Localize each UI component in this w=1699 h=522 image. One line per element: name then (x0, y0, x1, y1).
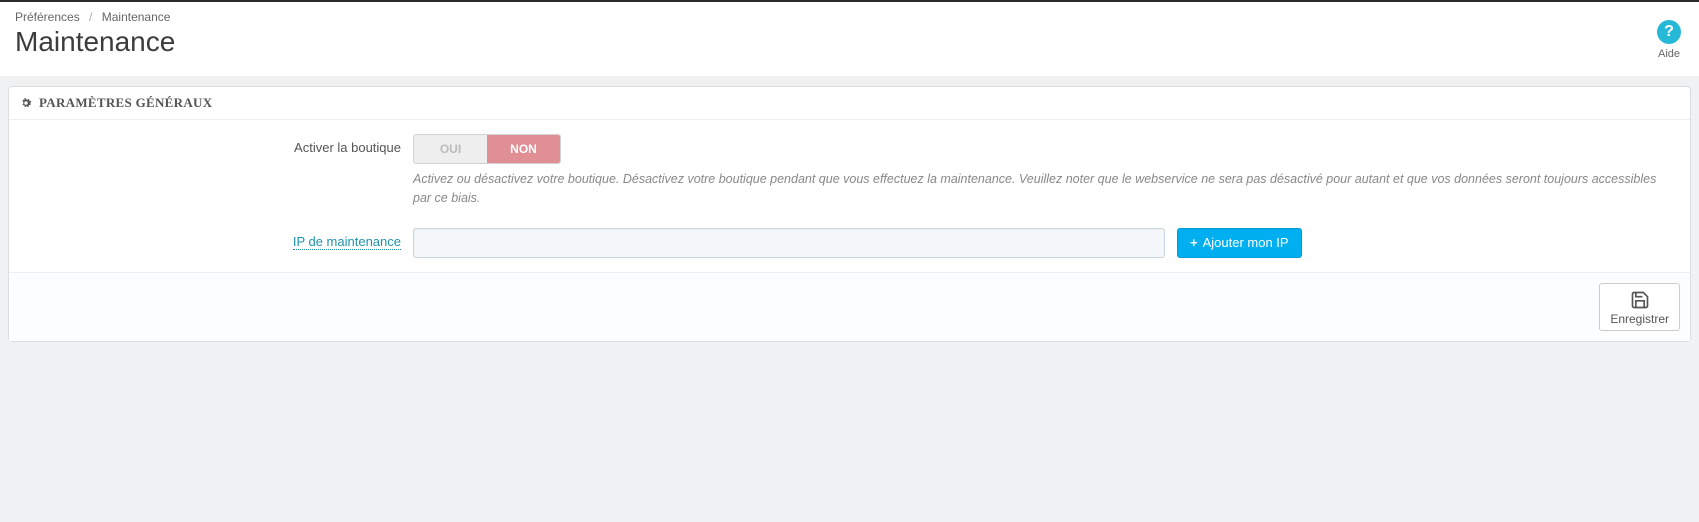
page-title: Maintenance (15, 26, 1684, 58)
breadcrumb: Préférences / Maintenance (15, 10, 1684, 24)
save-button-label: Enregistrer (1610, 312, 1669, 326)
page-header: Préférences / Maintenance Maintenance ? … (0, 2, 1699, 76)
breadcrumb-parent[interactable]: Préférences (15, 10, 80, 24)
panel-heading: PARAMÈTRES GÉNÉRAUX (9, 87, 1690, 120)
maintenance-ip-input[interactable] (413, 228, 1165, 258)
add-my-ip-label: Ajouter mon IP (1203, 235, 1289, 250)
help-icon: ? (1657, 20, 1681, 44)
breadcrumb-current: Maintenance (102, 10, 171, 24)
toggle-yes[interactable]: OUI (414, 135, 487, 163)
panel-footer: Enregistrer (9, 272, 1690, 341)
add-my-ip-button[interactable]: + Ajouter mon IP (1177, 228, 1302, 258)
breadcrumb-separator: / (89, 10, 92, 24)
save-button[interactable]: Enregistrer (1599, 283, 1680, 331)
shop-toggle-label: Activer la boutique (23, 134, 413, 155)
general-settings-panel: PARAMÈTRES GÉNÉRAUX Activer la boutique … (8, 86, 1691, 342)
shop-toggle[interactable]: OUI NON (413, 134, 561, 164)
help-button[interactable]: ? Aide (1657, 20, 1681, 60)
shop-toggle-help: Activez ou désactivez votre boutique. Dé… (413, 170, 1676, 208)
save-icon (1630, 290, 1650, 310)
panel-title: PARAMÈTRES GÉNÉRAUX (39, 95, 212, 111)
plus-icon: + (1190, 235, 1198, 250)
toggle-no[interactable]: NON (487, 135, 560, 163)
ip-field-label: IP de maintenance (293, 234, 401, 250)
help-label: Aide (1657, 48, 1681, 60)
cogs-icon (19, 96, 33, 110)
